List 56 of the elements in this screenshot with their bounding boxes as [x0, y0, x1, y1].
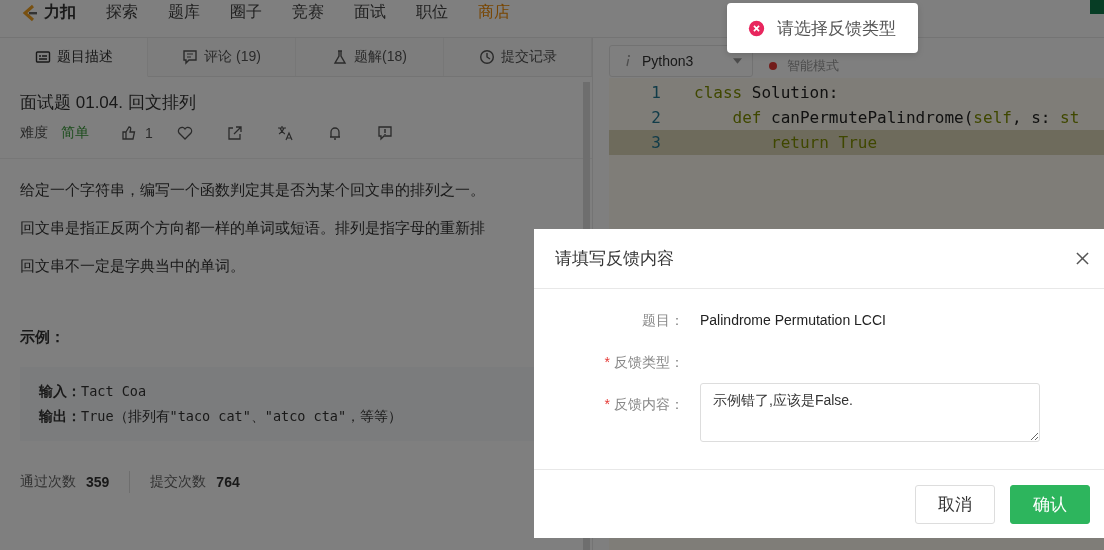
- line-number: 2: [650, 108, 661, 127]
- stat-label: 提交次数: [150, 473, 207, 491]
- code-line: class Solution:: [694, 83, 839, 102]
- description-icon: [34, 49, 51, 65]
- dialog-title: 请填写反馈内容: [555, 248, 674, 270]
- stat-label: 通过次数: [20, 473, 76, 491]
- example-heading: 示例：: [20, 328, 66, 347]
- info-icon: [624, 54, 632, 68]
- description-paragraph: 给定一个字符串，编写一个函数判定其是否为某个回文串的排列之一。: [20, 181, 485, 198]
- tab[interactable]: 题目描述: [0, 38, 148, 77]
- code-line: return True: [770, 133, 878, 152]
- feedback-textarea[interactable]: 示例错了,应该是False.: [700, 383, 1040, 442]
- confirm-button[interactable]: 确认: [1010, 484, 1090, 524]
- heart-icon[interactable]: [176, 125, 193, 141]
- nav-link[interactable]: 题库: [168, 2, 200, 23]
- problem-title: 面试题 01.04. 回文排列: [20, 92, 197, 114]
- cancel-button[interactable]: 取消: [915, 484, 995, 524]
- tab[interactable]: 评论 (19): [148, 38, 296, 76]
- difficulty-value: 简单: [61, 124, 89, 142]
- required-mark: *: [604, 396, 610, 412]
- difficulty-label: 难度: [20, 124, 48, 142]
- toast-message: 请选择反馈类型: [777, 17, 896, 40]
- field-label: 题目：: [642, 312, 684, 328]
- nav-link[interactable]: 职位: [416, 2, 448, 23]
- caret-icon: [733, 58, 742, 64]
- comment-icon: [182, 49, 199, 65]
- tab[interactable]: 提交记录: [444, 38, 592, 76]
- example-label: 输出：: [39, 408, 81, 424]
- clock-icon: [478, 49, 495, 65]
- nav-link[interactable]: 圈子: [230, 2, 262, 23]
- flask-icon: [332, 49, 349, 65]
- share-icon[interactable]: [226, 125, 243, 141]
- example-value: True（排列有"taco cat"、"atco cta"，等等）: [81, 408, 403, 424]
- site-logo[interactable]: 力扣: [20, 2, 76, 23]
- translate-icon[interactable]: [276, 125, 293, 141]
- field-label: 反馈类型：: [614, 354, 684, 370]
- example-label: 输入：: [39, 383, 81, 399]
- required-mark: *: [604, 354, 610, 370]
- close-icon[interactable]: [1076, 252, 1089, 265]
- like-button[interactable]: 1: [121, 125, 153, 141]
- line-number: 3: [650, 133, 661, 152]
- example-value: Tact Coa: [81, 383, 147, 399]
- description-paragraph: 回文串是指正反两个方向都一样的单词或短语。排列是指字母的重新排: [20, 219, 485, 236]
- nav-link[interactable]: 竞赛: [292, 2, 324, 23]
- field-label: 反馈内容：: [614, 396, 684, 412]
- nav-link[interactable]: 探索: [106, 2, 138, 23]
- stat-value: 359: [86, 474, 110, 490]
- description-paragraph: 回文串不一定是字典当中的单词。: [20, 257, 245, 274]
- problem-name: Palindrome Permutation LCCI: [700, 311, 886, 330]
- tab[interactable]: 题解(18): [296, 38, 444, 76]
- nav-link[interactable]: 面试: [354, 2, 386, 23]
- code-line: def canPermutePalindrome(self, s: st: [731, 108, 1080, 127]
- error-icon: [748, 19, 765, 37]
- stat-value: 764: [216, 474, 240, 490]
- line-number: 1: [650, 83, 661, 102]
- feedback-icon[interactable]: [376, 125, 393, 141]
